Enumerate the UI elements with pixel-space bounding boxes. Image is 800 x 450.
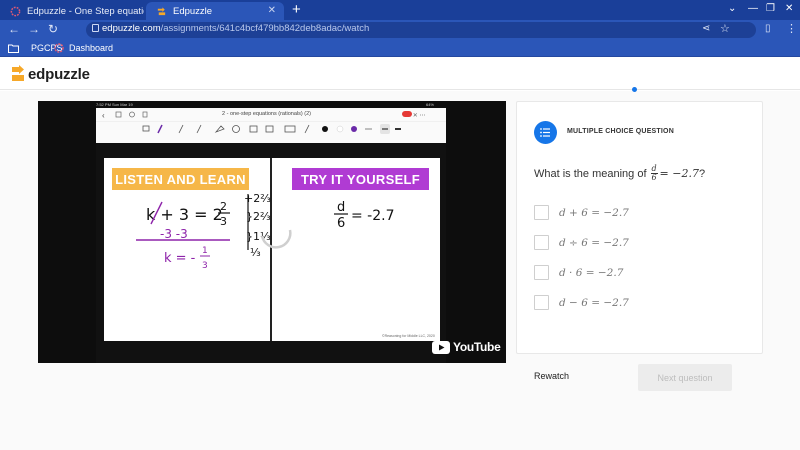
side-panel-icon[interactable]: ▯: [765, 22, 771, 36]
tab-favicon-icon: [10, 6, 21, 16]
video-copyright: ©Reasoning for Middle LLC, 2020: [382, 334, 435, 338]
maximize-icon[interactable]: ❐: [766, 3, 775, 14]
youtube-play-icon: [432, 340, 450, 354]
lock-icon: [92, 24, 99, 32]
svg-text:1: 1: [202, 246, 208, 256]
answer-option[interactable]: d + 6 = −2.7: [534, 205, 629, 220]
option-label: d · 6 = −2.7: [559, 266, 624, 279]
svg-text:}1⅓: }1⅓: [246, 230, 271, 243]
close-tab-icon[interactable]: ✕: [268, 5, 276, 16]
option-checkbox[interactable]: [534, 205, 549, 220]
svg-text:-3 -3: -3 -3: [160, 227, 188, 241]
option-checkbox[interactable]: [534, 295, 549, 310]
answer-option[interactable]: d − 6 = −2.7: [534, 295, 629, 310]
answer-option[interactable]: d ÷ 6 = −2.7: [534, 235, 629, 250]
edpuzzle-logo-icon[interactable]: [10, 65, 26, 83]
next-question-button[interactable]: Next question: [638, 364, 732, 391]
menu-icon[interactable]: ⋮: [786, 22, 797, 36]
option-checkbox[interactable]: [534, 265, 549, 280]
url-text[interactable]: edpuzzle.com/assignments/641c4bcf479bb84…: [102, 23, 369, 34]
progress-marker: [632, 87, 637, 92]
listen-and-learn-heading: LISTEN AND LEARN: [112, 168, 249, 190]
answer-option[interactable]: d · 6 = −2.7: [534, 265, 623, 280]
option-label: d ÷ 6 = −2.7: [559, 236, 629, 249]
option-checkbox[interactable]: [534, 235, 549, 250]
recording-indicator-icon: [402, 111, 412, 117]
edpuzzle-favicon-icon: [157, 6, 166, 15]
svg-text:2: 2: [220, 200, 227, 213]
question-type-label: MULTIPLE CHOICE QUESTION: [567, 128, 674, 135]
reload-icon[interactable]: ↻: [48, 22, 58, 36]
handwritten-work-drawing: k + 3 = 2 2 3 -3 -3 k = - 1 3 +2⅔ }2⅔ }1…: [136, 192, 395, 270]
tab-title: Edpuzzle - One Step equations w: [27, 5, 144, 17]
rewatch-button[interactable]: Rewatch: [534, 371, 569, 381]
video-doc-title: 2 - one-step equations (rationals) (2): [222, 111, 311, 117]
bookmarks-bar: PGCPS Dashboard: [0, 40, 800, 57]
new-tab-button[interactable]: +: [292, 2, 301, 18]
browser-tab-strip: Edpuzzle - One Step equations w Edpuzzle…: [0, 0, 800, 20]
svg-text:}2⅔: }2⅔: [246, 210, 271, 223]
svg-text:d: d: [337, 200, 345, 215]
option-label: d + 6 = −2.7: [559, 206, 629, 219]
bookmark-dashboard[interactable]: Dashboard: [54, 43, 113, 53]
svg-text:‹: ‹: [102, 111, 105, 120]
forward-icon[interactable]: →: [28, 22, 40, 36]
dashboard-icon: [54, 43, 64, 53]
svg-text:3: 3: [202, 261, 208, 270]
app-logo-text[interactable]: edpuzzle: [28, 66, 90, 83]
option-label: d − 6 = −2.7: [559, 296, 629, 309]
tab-title: Edpuzzle: [173, 5, 213, 17]
close-window-icon[interactable]: ✕: [785, 3, 793, 14]
minimize-icon[interactable]: —: [748, 3, 758, 14]
tab-edpuzzle-one-step[interactable]: Edpuzzle - One Step equations w: [0, 2, 144, 20]
folder-icon: [8, 44, 19, 53]
svg-text:⅓: ⅓: [250, 246, 261, 259]
multiple-choice-icon: [534, 121, 557, 144]
back-icon[interactable]: ←: [8, 22, 20, 36]
svg-text:3: 3: [220, 215, 227, 228]
question-prompt: What is the meaning of d6 = −2.7?: [534, 164, 706, 182]
svg-text:k + 3 = 2: k + 3 = 2: [146, 205, 223, 224]
tab-search-icon[interactable]: ⌄: [728, 3, 736, 14]
try-it-yourself-heading: TRY IT YOURSELF: [292, 168, 429, 190]
app-header: [0, 57, 800, 90]
tab-edpuzzle[interactable]: Edpuzzle ✕: [146, 2, 284, 20]
share-icon[interactable]: ⋖: [702, 22, 710, 36]
svg-text:k = -: k = -: [164, 251, 196, 266]
bookmark-star-icon[interactable]: ☆: [720, 22, 730, 36]
youtube-logo[interactable]: YouTube: [432, 340, 501, 354]
svg-text:6: 6: [337, 216, 345, 231]
svg-text:= -2.7: = -2.7: [351, 208, 395, 224]
